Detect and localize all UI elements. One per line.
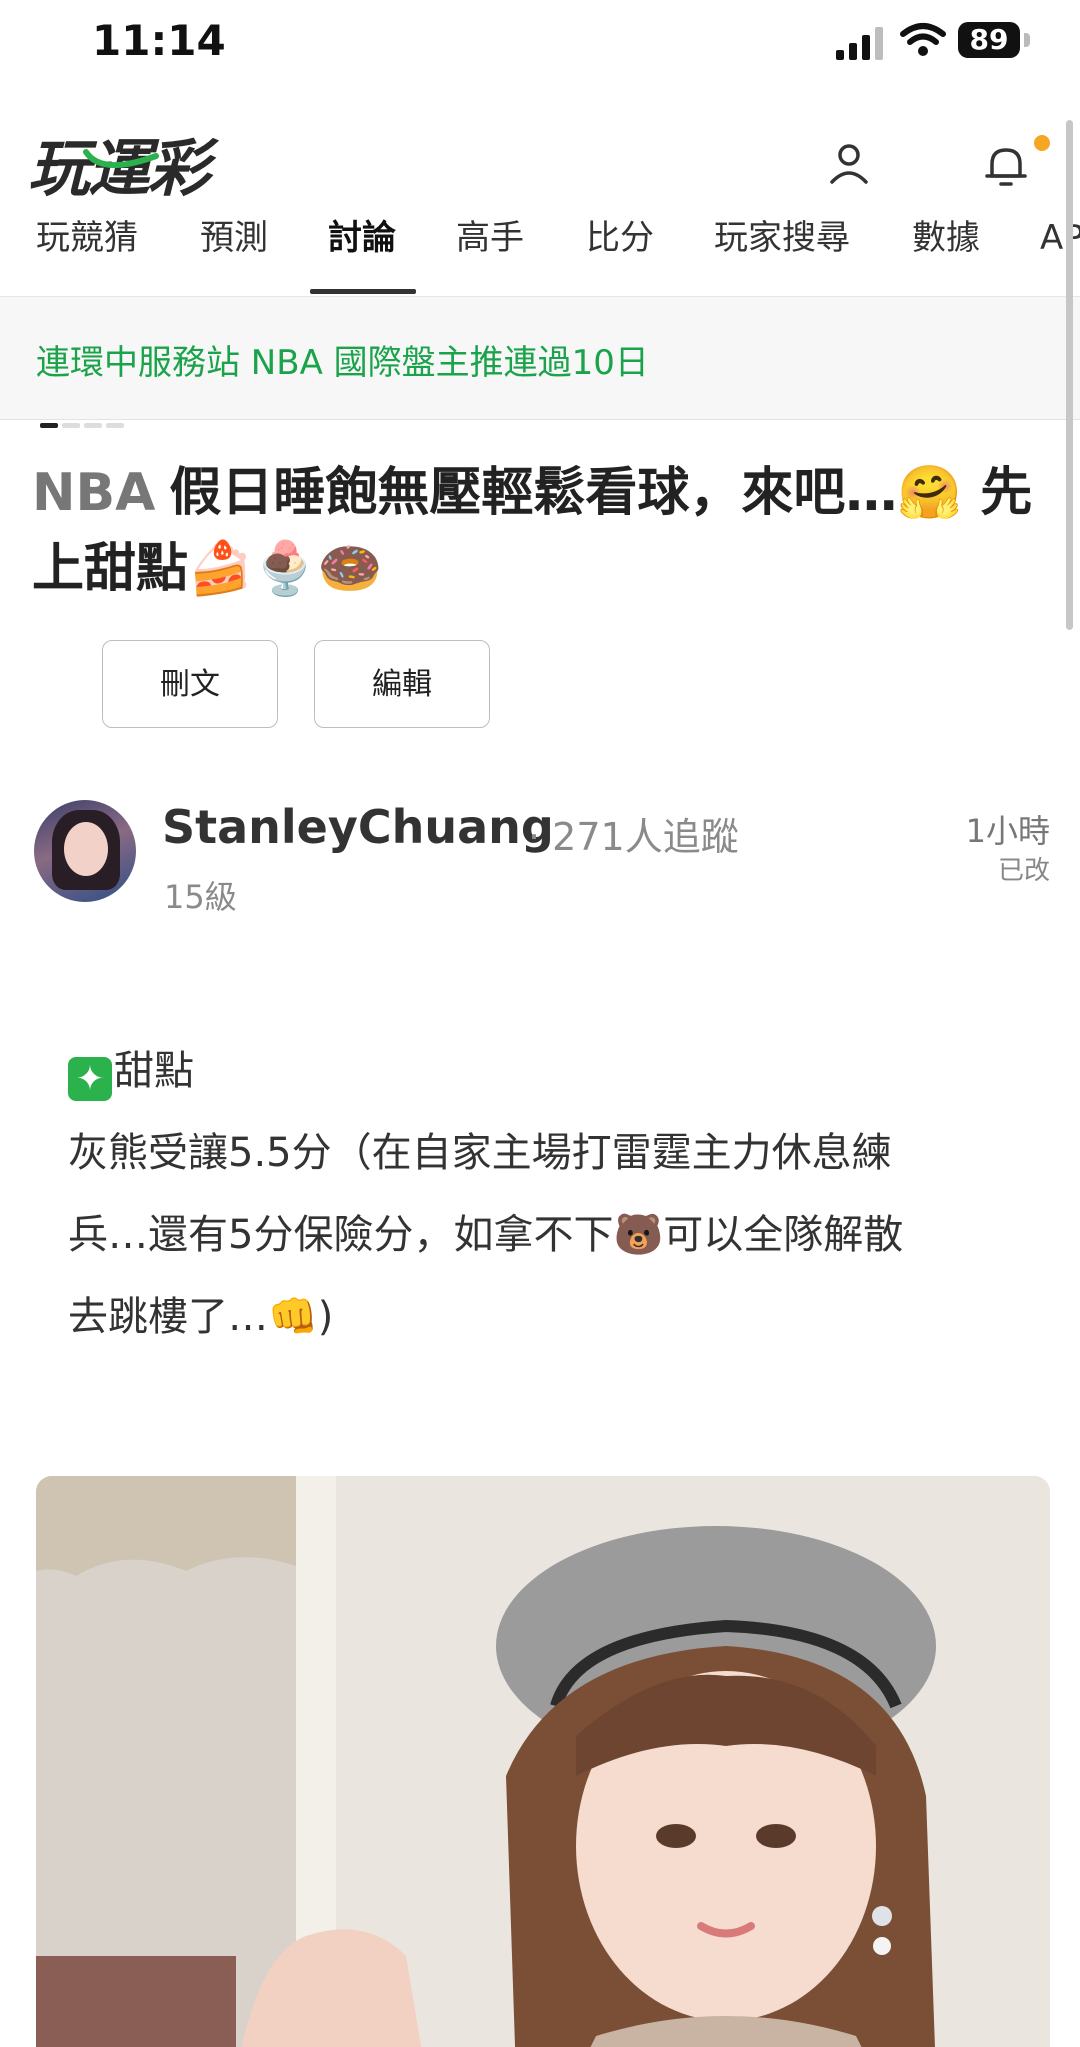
tab-experts[interactable]: 高手 [456,212,524,296]
post-image[interactable] [36,1476,1050,2047]
post-body: ✦ 甜點 灰熊受讓5.5分（在自家主場打雷霆主力休息練 兵…還有5分保險分，如拿不… [68,1030,1028,1358]
wifi-icon [900,23,946,56]
sparkle-icon: ✦ [68,1057,112,1101]
status-bar: 11:14 89 [0,0,1080,90]
tab-scores[interactable]: 比分 [586,212,654,296]
scrollbar[interactable] [1066,120,1073,630]
status-time: 11:14 [92,16,226,65]
delete-post-button[interactable]: 刪文 [102,640,278,728]
post-league-tag: NBA [32,463,156,523]
battery-indicator: 89 [958,22,1030,60]
promo-banner[interactable]: 連環中服務站 NBA 國際盤主推連過10日 [0,297,1080,428]
tab-player-search[interactable]: 玩家搜尋 [714,212,850,296]
active-tab-indicator [310,289,416,294]
post-body-line: 兵…還有5分保險分，如拿不下🐻可以全隊解散 [68,1212,904,1258]
post-time: 1小時 [965,812,1050,850]
banner-text[interactable]: 連環中服務站 NBA 國際盤主推連過10日 [36,335,649,384]
post-edited-label: 已改 [997,856,1050,886]
edit-post-button[interactable]: 編輯 [314,640,490,728]
nav-tabs: 玩競猜 預測 討論 高手 比分 玩家搜尋 數據 AP [0,212,1080,297]
logo-swoosh-icon [83,149,159,169]
author-followers: · 271人追蹤 [528,815,739,859]
post-body-line: 灰熊受讓5.5分（在自家主場打雷霆主力休息練 [68,1130,892,1176]
avatar[interactable] [34,800,136,902]
bell-icon[interactable] [980,140,1032,192]
tab-discussion[interactable]: 討論 [328,212,396,296]
post-body-heading: ✦ 甜點 [68,1030,1028,1112]
author-name[interactable]: StanleyChuang [162,800,554,854]
tab-guess[interactable]: 玩競猜 [36,212,138,296]
tab-app[interactable]: AP [1040,212,1080,296]
tab-predict[interactable]: 預測 [200,212,268,296]
banner-pagination [40,413,128,432]
post-title-text: 假日睡飽無壓輕鬆看球，來吧…🤗 先上甜點🍰🍨🍩 [32,463,1033,599]
post-body-line: 去跳樓了…👊) [68,1294,334,1340]
tab-stats[interactable]: 數據 [912,212,980,296]
post-photo [36,1476,1050,2047]
user-icon[interactable] [826,140,872,186]
notification-dot [1034,135,1050,151]
signal-icon [836,27,883,60]
author-level: 15級 [164,878,237,916]
battery-level: 89 [969,23,1009,56]
post-title: NBA 假日睡飽無壓輕鬆看球，來吧…🤗 先上甜點🍰🍨🍩 [32,455,1052,607]
app-screen: 11:14 89 玩運彩 玩競猜 預測 討論 高手 比分 玩家搜尋 數據 AP … [0,0,1080,2047]
